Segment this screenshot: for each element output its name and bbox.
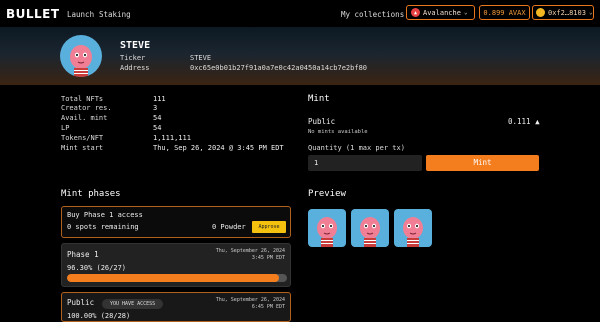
- my-collections-link[interactable]: My collections: [341, 10, 404, 19]
- chevron-down-icon: ⌄: [588, 9, 593, 16]
- avalanche-icon: ▲: [535, 117, 540, 126]
- wallet-address: 0xf2…8103: [548, 8, 586, 17]
- nav-launch[interactable]: Launch: [67, 10, 94, 19]
- mint-button[interactable]: Mint: [426, 155, 539, 171]
- stat-value: 54: [153, 124, 162, 132]
- stat-value: 1,111,111: [153, 134, 191, 142]
- quantity-label: Quantity (1 max per tx): [308, 144, 405, 152]
- public-phase-card: Public YOU HAVE ACCESS Thu, September 26…: [61, 292, 291, 322]
- phase-progress-text: 100.00% (28/28): [67, 312, 131, 320]
- no-mints-text: No mints available: [308, 129, 368, 135]
- phase-progress-bar: [67, 274, 287, 282]
- stat-label: Total NFTs: [61, 95, 104, 103]
- phase-date: Thu, September 26, 2024 6:45 PM EDT: [215, 297, 285, 310]
- public-price: 0.111 ▲: [508, 117, 540, 126]
- preview-nft-image[interactable]: [394, 209, 432, 247]
- quantity-input[interactable]: 1: [308, 155, 422, 171]
- phase-date: Thu, September 26, 2024 3:45 PM EDT: [215, 248, 285, 261]
- access-badge: YOU HAVE ACCESS: [102, 299, 164, 309]
- phase-progress-text: 96.30% (26/27): [67, 264, 127, 272]
- collection-avatar: [60, 35, 102, 77]
- preview-nft-image[interactable]: [308, 209, 346, 247]
- collection-name: STEVE: [120, 40, 151, 51]
- stat-label: Tokens/NFT: [61, 134, 104, 142]
- preview-title: Preview: [308, 189, 346, 199]
- wallet-button[interactable]: 0xf2…8103 ⌄: [532, 5, 594, 20]
- phase-title: Phase 1: [67, 250, 99, 259]
- chevron-down-icon: ⌄: [463, 9, 468, 16]
- stat-label: Creator res.: [61, 104, 112, 112]
- stat-value: 3: [153, 104, 158, 112]
- phase-progress-fill: [67, 274, 279, 282]
- nav-staking[interactable]: Staking: [99, 10, 131, 19]
- buy-access-title: Buy Phase 1 access: [67, 211, 143, 219]
- phase-1-card: Phase 1 Thu, September 26, 2024 3:45 PM E…: [61, 243, 291, 287]
- approve-button[interactable]: Approve: [252, 221, 286, 233]
- stat-label: LP: [61, 124, 70, 132]
- stat-value: Thu, Sep 26, 2024 @ 3:45 PM EDT: [153, 144, 284, 152]
- stat-label: Avail. mint: [61, 114, 108, 122]
- stat-value: 111: [153, 95, 166, 103]
- preview-nft-image[interactable]: [351, 209, 389, 247]
- phase-title: Public: [67, 298, 95, 307]
- stat-label: Mint start: [61, 144, 104, 152]
- public-label: Public: [308, 117, 336, 126]
- wallet-avatar-icon: [536, 8, 545, 17]
- balance-text: 0.899 AVAX: [483, 8, 526, 17]
- top-bar: BULLET Launch Staking My collections ▲ A…: [0, 0, 600, 27]
- powder-cost: 0 Powder: [212, 223, 246, 231]
- balance-pill[interactable]: 0.899 AVAX: [479, 5, 530, 20]
- contract-address[interactable]: 0xc65e0b01b27f91a0a7e0c42a0450a14cb7e2bf…: [190, 64, 367, 72]
- mint-phases-title: Mint phases: [61, 189, 121, 199]
- spots-remaining: 0 spots remaining: [67, 223, 139, 231]
- chain-name: Avalanche: [423, 8, 461, 17]
- stat-value: 54: [153, 114, 162, 122]
- ticker-label: Ticker: [120, 54, 146, 62]
- ticker-value: STEVE: [190, 54, 212, 62]
- chain-selector[interactable]: ▲ Avalanche ⌄: [406, 5, 475, 20]
- buy-access-card: Buy Phase 1 access 0 spots remaining 0 P…: [61, 206, 291, 238]
- mint-title: Mint: [308, 94, 330, 104]
- app-logo[interactable]: BULLET: [6, 7, 60, 21]
- avalanche-icon: ▲: [411, 8, 420, 17]
- address-label: Address: [120, 64, 150, 72]
